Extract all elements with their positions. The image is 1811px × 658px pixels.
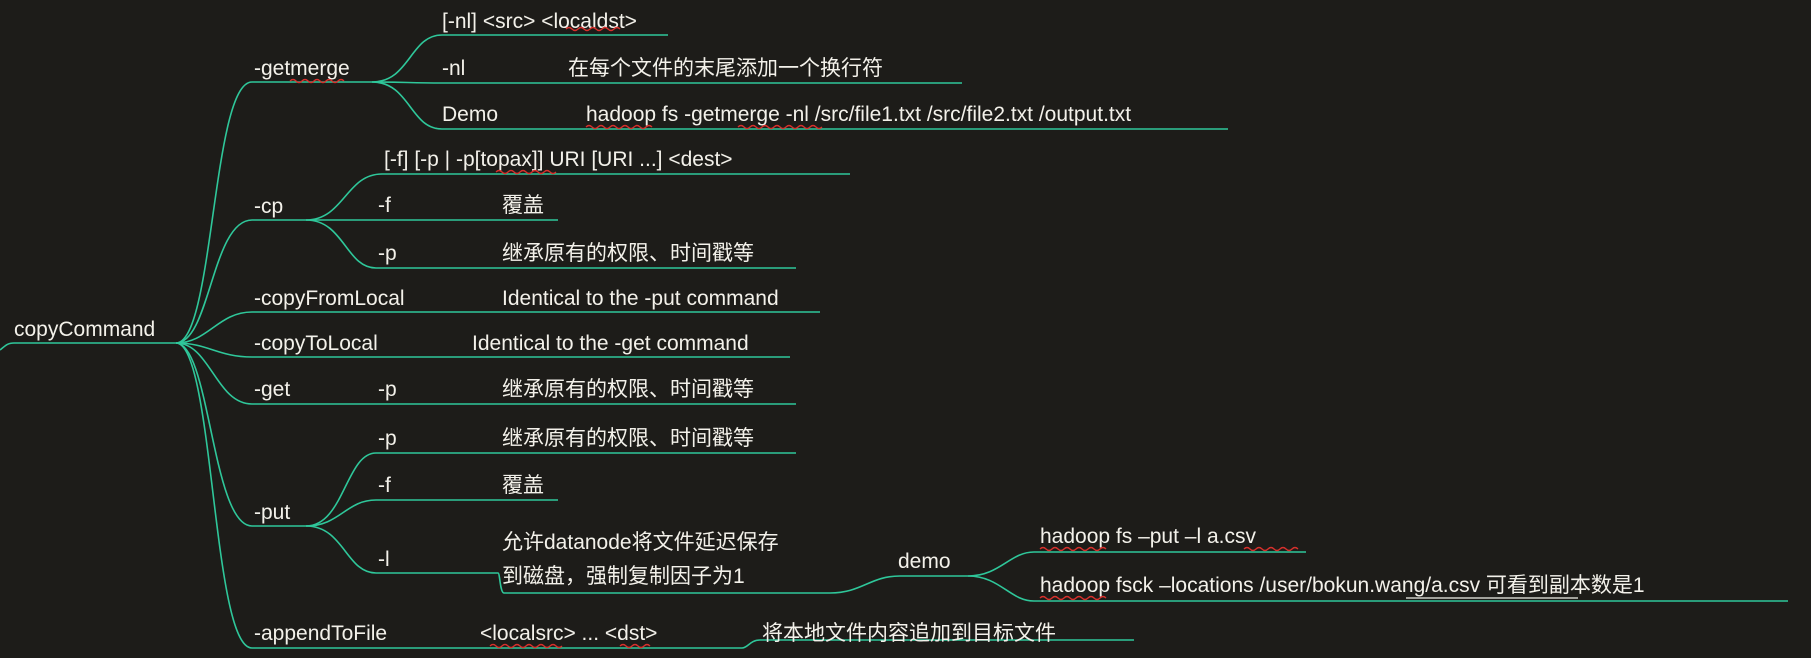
cp-syntax: [-f] [-p | -p[topax]] URI [URI ...] <des… [384,148,733,171]
get-option-p: -p [378,378,397,401]
appendtofile-desc: 将本地文件内容追加到目标文件 [762,622,1056,645]
branch-label: -copyFromLocal [254,287,405,310]
copyfromlocal-desc: Identical to the -put command [502,287,779,310]
put-demo-label: demo [898,550,951,573]
put-demo-command-1: hadoop fs –put –l a.csv [1040,525,1256,548]
branch-label: -appendToFile [254,622,387,645]
copytolocal-desc: Identical to the -get command [472,332,749,355]
getmerge-option-nl: -nl [442,57,465,80]
branch-label: -get [254,378,290,401]
branch-copyfromlocal: -copyFromLocal Identical to the -put com… [254,287,779,310]
put-option-l: -l [378,548,390,571]
branch-label: -put [254,501,290,524]
branch-label: -getmerge [254,57,350,80]
getmerge-option-nl-desc: 在每个文件的末尾添加一个换行符 [568,57,883,80]
put-option-l-desc-line-1: 允许datanode将文件延迟保存 [502,531,779,554]
put-option-f-desc: 覆盖 [502,474,544,497]
put-option-l-desc-line-2: 到磁盘，强制复制因子为1 [502,565,745,588]
root-node: copyCommand [14,318,155,341]
put-option-f: -f [378,474,391,497]
branch-get: -get -p 继承原有的权限、时间戳等 [254,378,754,401]
branch-label: -copyToLocal [254,332,378,355]
get-option-p-desc: 继承原有的权限、时间戳等 [502,378,754,401]
appendtofile-syntax: <localsrc> ... <dst> [480,622,657,645]
getmerge-demo-command: hadoop fs -getmerge -nl /src/file1.txt /… [586,103,1131,126]
branch-copytolocal: -copyToLocal Identical to the -get comma… [254,332,749,355]
put-option-p: -p [378,427,397,450]
put-option-p-desc: 继承原有的权限、时间戳等 [502,427,754,450]
cp-option-f-desc: 覆盖 [502,194,544,217]
branch-label: -cp [254,195,283,218]
branch-getmerge: -getmerge [-nl] <src> <localdst> -nl 在每个… [254,10,1131,126]
cp-option-p-desc: 继承原有的权限、时间戳等 [502,242,754,265]
put-demo-command-2: hadoop fsck –locations /user/bokun.wang/… [1040,574,1645,597]
branch-appendtofile: -appendToFile <localsrc> ... <dst> 将本地文件… [254,622,1056,645]
cp-option-f: -f [378,194,391,217]
mind-map: copyCommand -getmerge [-nl] <src> <local… [0,10,1788,649]
getmerge-demo-label: Demo [442,103,498,126]
branch-cp: -cp [-f] [-p | -p[topax]] URI [URI ...] … [254,148,754,265]
cp-option-p: -p [378,242,397,265]
